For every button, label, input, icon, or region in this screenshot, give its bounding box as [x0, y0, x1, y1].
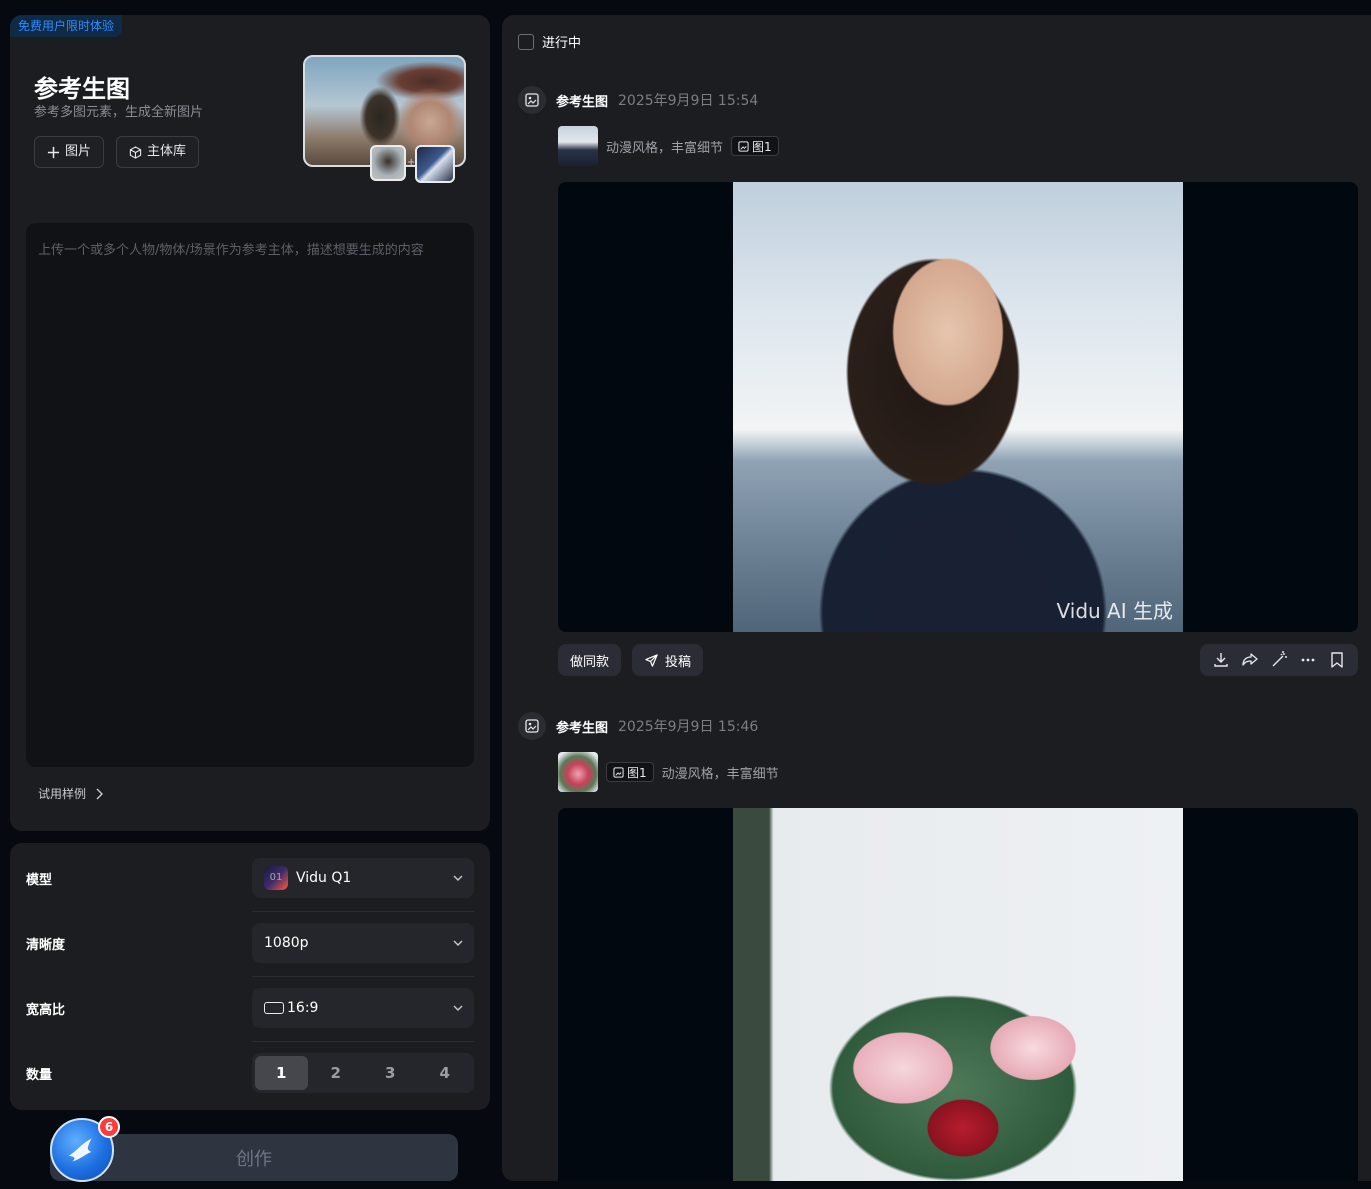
task-title: 参考生图	[556, 94, 609, 110]
illustration-rider	[360, 87, 400, 147]
task-prompt: 动漫风格，丰富细节 图1	[558, 126, 779, 166]
in-progress-filter[interactable]: 进行中	[518, 32, 581, 51]
in-progress-label: 进行中	[542, 36, 582, 51]
model-row: 模型 01 Vidu Q1	[26, 858, 474, 898]
quantity-option-3[interactable]: 3	[364, 1056, 417, 1090]
cube-icon	[129, 145, 142, 159]
chevron-down-icon	[453, 940, 463, 946]
resolution-label: 清晰度	[26, 937, 66, 953]
resolution-row: 清晰度 1080p	[26, 923, 474, 963]
page-subtitle: 参考多图元素，生成全新图片	[34, 105, 204, 120]
add-image-button[interactable]: 图片	[34, 136, 105, 168]
resolution-value: 1080p	[264, 935, 309, 951]
divider	[252, 976, 474, 977]
subject-library-button[interactable]: 主体库	[116, 136, 200, 168]
result-image-frame[interactable]	[558, 808, 1358, 1181]
image-reference-tag: 图1	[606, 762, 654, 782]
try-examples-label: 试用样例	[38, 787, 87, 801]
quantity-label: 数量	[26, 1067, 53, 1083]
aspect-ratio-icon	[264, 1002, 284, 1014]
task-prompt: 图1 动漫风格，丰富细节	[558, 752, 779, 792]
resolution-select[interactable]: 1080p	[252, 923, 474, 963]
model-select[interactable]: 01 Vidu Q1	[252, 858, 474, 898]
notification-badge: 6	[98, 1116, 120, 1138]
divider	[252, 911, 474, 912]
vidu-model-icon: 01	[264, 866, 288, 890]
image-task-icon	[518, 712, 546, 740]
reference-thumbnail[interactable]	[558, 752, 598, 792]
quantity-row: 数量 1 2 3 4	[26, 1053, 474, 1093]
task-header: 参考生图 2025年9月9日 15:46	[518, 712, 758, 740]
prompt-text: 动漫风格，丰富细节	[606, 140, 724, 156]
generated-portrait-image[interactable]: Vidu AI 生成	[733, 182, 1183, 632]
result-image-frame[interactable]: Vidu AI 生成	[558, 182, 1358, 632]
model-value: Vidu Q1	[296, 870, 352, 886]
more-icon[interactable]	[1299, 651, 1317, 669]
chevron-right-icon	[96, 788, 104, 799]
quantity-option-1[interactable]: 1	[255, 1056, 308, 1090]
download-icon[interactable]	[1212, 651, 1230, 669]
watermark: Vidu AI 生成	[1056, 599, 1173, 623]
make-same-button[interactable]: 做同款	[558, 644, 622, 676]
aspect-value: 16:9	[287, 1000, 319, 1016]
quantity-option-2[interactable]: 2	[310, 1056, 363, 1090]
settings-panel: 模型 01 Vidu Q1 清晰度 1080p 宽高比 16:9 数量 1 2 …	[10, 843, 490, 1110]
aspect-label: 宽高比	[26, 1002, 66, 1018]
bookmark-icon[interactable]	[1328, 651, 1346, 669]
illustration-thumb-rider	[370, 145, 406, 181]
image-icon	[738, 140, 749, 152]
make-same-label: 做同款	[570, 654, 610, 670]
task-title: 参考生图	[556, 720, 609, 736]
illustration-thumb-meteor	[415, 145, 455, 183]
reference-thumbnail[interactable]	[558, 126, 598, 166]
image-task-icon	[518, 86, 546, 114]
submit-button[interactable]: 投稿	[632, 644, 704, 676]
magic-wand-icon[interactable]	[1270, 651, 1288, 669]
result-toolbar	[1200, 644, 1358, 676]
page-title: 参考生图	[34, 75, 130, 103]
reference-generation-panel: 免费用户限时体验 参考生图 参考多图元素，生成全新图片 图片 主体库 + 试用样…	[10, 15, 490, 831]
quantity-option-4[interactable]: 4	[419, 1056, 472, 1090]
divider	[252, 1041, 474, 1042]
image-tag-label: 图1	[627, 765, 647, 780]
aspect-select[interactable]: 16:9	[252, 988, 474, 1028]
plus-icon	[47, 146, 60, 158]
add-image-label: 图片	[65, 144, 92, 159]
image-tag-label: 图1	[752, 139, 772, 154]
try-examples-link[interactable]: 试用样例	[38, 785, 104, 802]
generated-flowers-image[interactable]	[733, 808, 1183, 1181]
task-header: 参考生图 2025年9月9日 15:54	[518, 86, 758, 114]
submit-label: 投稿	[665, 654, 692, 670]
task-time: 2025年9月9日 15:54	[618, 93, 759, 109]
quantity-selector: 1 2 3 4	[252, 1053, 474, 1093]
free-trial-badge: 免费用户限时体验	[10, 15, 123, 37]
prompt-input[interactable]	[26, 223, 474, 767]
image-reference-tag: 图1	[731, 136, 779, 156]
aspect-row: 宽高比 16:9	[26, 988, 474, 1028]
chevron-down-icon	[453, 1005, 463, 1011]
image-icon	[613, 766, 624, 778]
share-icon[interactable]	[1241, 651, 1259, 669]
in-progress-checkbox[interactable]	[518, 33, 534, 50]
chevron-down-icon	[453, 875, 463, 881]
prompt-text: 动漫风格，丰富细节	[661, 766, 779, 782]
results-panel: 进行中 参考生图 2025年9月9日 15:54 动漫风格，丰富细节 图1 Vi…	[502, 15, 1371, 1181]
subject-library-label: 主体库	[147, 144, 187, 159]
prompt-box	[26, 223, 474, 767]
bird-icon	[68, 1138, 92, 1162]
task-time: 2025年9月9日 15:46	[618, 719, 759, 735]
model-label: 模型	[26, 872, 53, 888]
paper-plane-icon	[645, 653, 658, 667]
